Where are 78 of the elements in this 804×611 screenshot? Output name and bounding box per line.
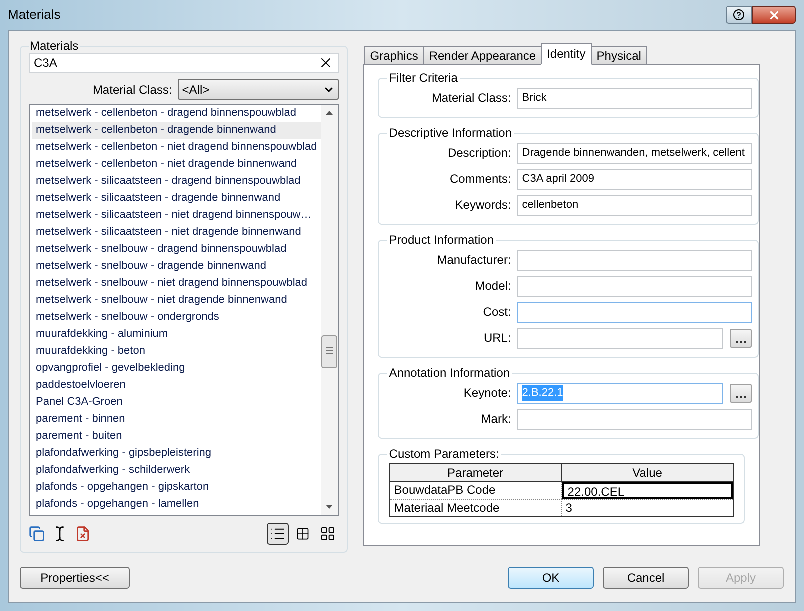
material-item[interactable]: metselwerk - silicaatsteen - niet dragende binnenwand [32, 224, 322, 241]
table-cell[interactable]: 22.00.CEL [562, 482, 734, 499]
view-button[interactable] [267, 523, 290, 545]
group-title: Filter Criteria [388, 71, 459, 85]
field-label: Model: [474, 278, 512, 295]
small-icons-view-icon [296, 527, 310, 541]
close-button[interactable] [752, 6, 796, 24]
material-item[interactable]: metselwerk - cellenbeton - niet dragend binnenspouwblad [32, 139, 322, 156]
field-label: Keywords: [454, 197, 512, 214]
field-label: Manufacturer: [436, 252, 512, 269]
material-item[interactable]: metselwerk - snelbouw - niet dragende binnenwand [32, 292, 322, 309]
material-item[interactable]: plafonds - opgehangen - lamellen [32, 496, 322, 513]
tab[interactable]: Identity [541, 43, 592, 65]
input-field[interactable] [517, 276, 752, 296]
input-field[interactable] [517, 302, 752, 322]
input-field[interactable] [517, 328, 724, 348]
material-item[interactable]: plafondafwerking - gipsbepleistering [32, 445, 322, 462]
browse-button[interactable] [730, 384, 752, 402]
panel-title: Materials [29, 39, 80, 53]
input-field[interactable]: Brick [517, 88, 752, 108]
material-class-dropdown[interactable]: <All> [178, 79, 340, 100]
input-field[interactable]: cellenbeton [517, 194, 752, 216]
material-item[interactable]: metselwerk - cellenbeton - niet dragende binnenwand [32, 156, 322, 173]
material-item[interactable]: metselwerk - snelbouw - niet dragend binnenspouwblad [32, 275, 322, 292]
material-item[interactable]: metselwerk - snelbouw - dragende binnenwand [32, 258, 322, 275]
input-field[interactable] [517, 250, 752, 270]
input-field[interactable]: C3A april 2009 [517, 168, 752, 190]
large-icons-view-icon [320, 526, 336, 542]
field-label: Material Class: [430, 90, 512, 107]
new-material-icon[interactable] [29, 526, 45, 542]
tab[interactable]: Graphics [364, 46, 424, 65]
window-title: Materials [8, 6, 62, 24]
material-item[interactable]: metselwerk - silicaatsteen - dragende binnenwand [32, 190, 322, 207]
material-item[interactable]: muurafdekking - aluminium [32, 326, 322, 343]
input-field[interactable]: Dragende binnenwanden, metselwerk, cellent [517, 142, 752, 164]
field-label: Comments: [448, 171, 512, 188]
close-icon [768, 8, 780, 22]
browse-button[interactable] [730, 328, 752, 348]
delete-material-icon[interactable] [75, 526, 91, 542]
material-item[interactable]: plafonds - opgehangen - gipskarton [32, 479, 322, 496]
material-item[interactable]: paddestoelvloeren [32, 377, 322, 394]
search-field[interactable]: C3A [29, 53, 340, 73]
material-item[interactable]: Panel C3A-Groen [32, 394, 322, 411]
dialog-button[interactable]: OK [508, 567, 594, 589]
field-label: Keynote: [462, 385, 512, 402]
tab[interactable]: Physical [590, 46, 648, 65]
field-label: Mark: [480, 411, 512, 428]
material-item[interactable]: metselwerk - silicaatsteen - dragend binnenspouwblad [32, 173, 322, 190]
material-item[interactable]: metselwerk - snelbouw - ondergronds [32, 309, 322, 326]
material-item[interactable]: muurafdekking - beton [32, 343, 322, 360]
tab[interactable]: Render Appearance [423, 46, 542, 65]
scrollbar[interactable] [321, 105, 338, 515]
material-item[interactable]: opvangprofiel - gevelbekleding [32, 360, 322, 377]
material-item[interactable]: metselwerk - silicaatsteen - niet dragend binnenspouw… [32, 207, 322, 224]
field-label: Description: [446, 145, 512, 162]
group-title: Custom Parameters: [388, 447, 500, 461]
dialog-button[interactable]: Cancel [603, 567, 689, 589]
field-label: Cost: [482, 304, 512, 321]
material-item[interactable]: metselwerk - snelbouw - dragend binnenspouwblad [32, 241, 322, 258]
properties-button[interactable]: Properties<< [20, 567, 130, 589]
material-item[interactable]: metselwerk - cellenbeton - dragende binnenwand [32, 122, 322, 139]
help-button[interactable] [726, 6, 752, 24]
column-header[interactable]: Parameter [390, 464, 562, 482]
material-item[interactable]: parement - binnen [32, 411, 322, 428]
column-header[interactable]: Value [562, 464, 734, 482]
group-title: Descriptive Information [388, 126, 514, 140]
material-item[interactable]: parement - buiten [32, 428, 322, 445]
field-label: URL: [482, 330, 512, 347]
input-field[interactable] [517, 408, 752, 430]
help-icon [733, 9, 745, 21]
material-item[interactable]: metselwerk - cellenbeton - dragend binnenspouwblad [32, 105, 322, 122]
group-title: Annotation Information [388, 366, 512, 380]
table-cell[interactable]: BouwdataPB Code [390, 482, 562, 499]
table-cell[interactable]: Materiaal Meetcode [390, 499, 562, 516]
table-cell[interactable]: 3 [562, 499, 734, 516]
group-title: Product Information [388, 233, 496, 247]
material-item[interactable]: plafondafwerking - schilderwerk [32, 462, 322, 479]
material-class-label: Material Class: [92, 82, 172, 98]
